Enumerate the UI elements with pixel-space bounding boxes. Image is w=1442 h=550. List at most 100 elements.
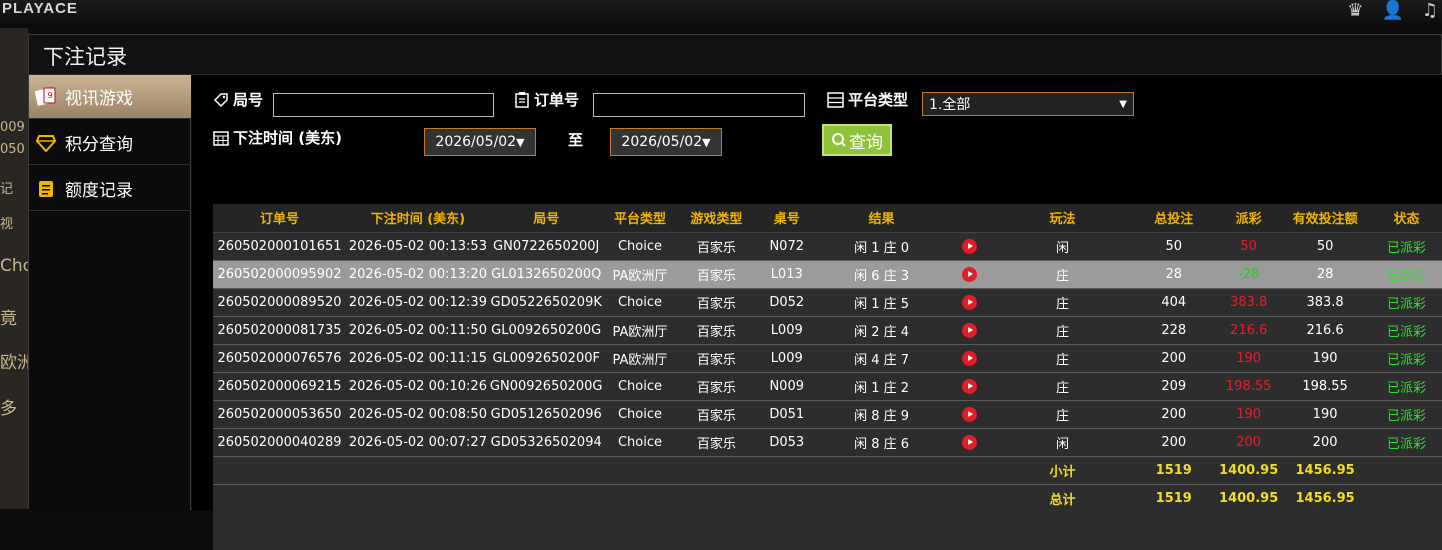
result-cell: 闲 2 庄 4 — [818, 316, 945, 345]
table-row[interactable]: 260502000040289 2026-05-02 00:07:27 GD0532… — [213, 428, 1442, 457]
total-total-bet: 1519 — [1130, 484, 1218, 513]
result-cell: 闲 4 庄 7 — [818, 344, 945, 373]
bg-fragment: 视 — [0, 217, 14, 232]
platform-cell: Choice — [602, 232, 678, 261]
table-row[interactable]: 260502000076576 2026-05-02 00:11:15 GL0092… — [213, 344, 1442, 373]
bet-time-cell: 2026-05-02 00:11:50 — [345, 316, 490, 345]
replay-cell[interactable] — [944, 344, 995, 373]
bet-time-label: 下注时间 (美东) — [213, 127, 342, 148]
status-cell: 已派彩 — [1370, 260, 1442, 289]
bg-fragment: 竟 — [0, 309, 17, 329]
bet-time-cell: 2026-05-02 00:13:20 — [345, 260, 490, 289]
payout-cell: 190 — [1217, 344, 1281, 373]
round-input[interactable] — [273, 93, 494, 117]
table-header-row: 订单号 下注时间 (美东) 局号 平台类型 游戏类型 桌号 结果 玩法 总投注 … — [213, 204, 1442, 233]
replay-cell[interactable] — [944, 288, 995, 317]
play-video-icon[interactable] — [962, 266, 978, 282]
empty-cell — [818, 484, 945, 513]
column-header: 平台类型 — [602, 204, 678, 233]
sidebar-item-credit-records[interactable]: 额度记录 — [29, 167, 191, 211]
payout-cell: 383.8 — [1217, 288, 1281, 317]
table-row[interactable]: 260502000089520 2026-05-02 00:12:39 GD0522… — [213, 288, 1442, 317]
brand-logo: PLAYACE — [2, 0, 78, 17]
status-cell: 已派彩 — [1370, 428, 1442, 457]
chevron-down-icon: ▼ — [702, 135, 711, 149]
replay-cell[interactable] — [944, 428, 995, 457]
payout-cell: 200 — [1217, 428, 1281, 457]
total-bet-cell: 200 — [1130, 344, 1218, 373]
empty-cell — [602, 456, 678, 485]
date-to-select[interactable]: 2026/05/02 ▼ — [610, 128, 722, 156]
play-type-cell: 庄 — [994, 344, 1131, 373]
subtotal-payout: 1400.95 — [1217, 456, 1281, 485]
order-id-cell: 260502000095902 — [213, 260, 346, 289]
main-content: 局号 订单号 平台类型 1.全部 ▼ 下注时间 (美东) 2026/05/02 … — [192, 75, 1442, 550]
replay-cell[interactable] — [944, 260, 995, 289]
bet-time-cell: 2026-05-02 00:10:26 — [345, 372, 490, 401]
replay-cell[interactable] — [944, 372, 995, 401]
platform-select[interactable]: 1.全部 ▼ — [922, 92, 1134, 116]
play-video-icon[interactable] — [962, 238, 978, 254]
total-bet-cell: 404 — [1130, 288, 1218, 317]
column-header: 玩法 — [994, 204, 1131, 233]
date-from-select[interactable]: 2026/05/02 ▼ — [424, 128, 536, 156]
sidebar-item-label: 积分查询 — [65, 135, 133, 155]
replay-cell[interactable] — [944, 400, 995, 429]
play-video-icon[interactable] — [962, 350, 978, 366]
status-cell: 已派彩 — [1370, 344, 1442, 373]
column-header: 派彩 — [1217, 204, 1281, 233]
order-input[interactable] — [593, 93, 805, 117]
empty-cell — [944, 484, 995, 513]
tag-icon — [213, 92, 228, 107]
svg-text:9: 9 — [47, 91, 52, 100]
table-no-cell: L009 — [755, 344, 819, 373]
music-icon[interactable]: ♫ — [1422, 0, 1438, 21]
result-cell: 闲 1 庄 5 — [818, 288, 945, 317]
valid-bet-cell: 383.8 — [1280, 288, 1371, 317]
bg-fragment: 记 — [0, 182, 14, 197]
search-icon — [832, 133, 846, 147]
game-type-cell: 百家乐 — [677, 372, 756, 401]
table-row[interactable]: 260502000081735 2026-05-02 00:11:50 GL0092… — [213, 316, 1442, 345]
status-cell: 已派彩 — [1370, 400, 1442, 429]
replay-cell[interactable] — [944, 232, 995, 261]
play-video-icon[interactable] — [962, 406, 978, 422]
empty-cell — [602, 484, 678, 513]
total-bet-cell: 200 — [1130, 400, 1218, 429]
cards-icon: 9 — [35, 86, 57, 108]
query-button[interactable]: 查询 — [822, 124, 892, 156]
vip-icon[interactable]: ♛ — [1347, 0, 1363, 21]
play-video-icon[interactable] — [962, 434, 978, 450]
table-row[interactable]: 260502000095902 2026-05-02 00:13:20 GL0132… — [213, 260, 1442, 289]
play-type-cell: 庄 — [994, 260, 1131, 289]
play-video-icon[interactable] — [962, 322, 978, 338]
empty-cell — [1370, 484, 1442, 513]
list-icon — [827, 91, 844, 108]
bg-fragment: 多 — [0, 399, 17, 419]
table-row[interactable]: 260502000053650 2026-05-02 00:08:50 GD0512… — [213, 400, 1442, 429]
valid-bet-cell: 28 — [1280, 260, 1371, 289]
column-header: 下注时间 (美东) — [345, 204, 490, 233]
column-header: 游戏类型 — [677, 204, 756, 233]
bg-fragment: 欧洲 — [0, 353, 28, 373]
play-video-icon[interactable] — [962, 294, 978, 310]
top-bar: PLAYACE ♛ 👤 ♫ — [0, 0, 1442, 28]
round-id-cell: GL0132650200Q — [489, 260, 603, 289]
user-icon[interactable]: 👤 — [1381, 0, 1403, 21]
sidebar-item-points-query[interactable]: 积分查询 — [29, 121, 191, 165]
play-video-icon[interactable] — [962, 378, 978, 394]
replay-cell[interactable] — [944, 316, 995, 345]
order-id-cell: 260502000069215 — [213, 372, 346, 401]
empty-cell — [345, 484, 490, 513]
table-row[interactable]: 260502000069215 2026-05-02 00:10:26 GN0092… — [213, 372, 1442, 401]
bet-time-cell: 2026-05-02 00:13:53 — [345, 232, 490, 261]
order-id-cell: 260502000040289 — [213, 428, 346, 457]
total-bet-cell: 228 — [1130, 316, 1218, 345]
table-row[interactable]: 260502000101651 2026-05-02 00:13:53 GN0722… — [213, 232, 1442, 261]
total-bet-cell: 209 — [1130, 372, 1218, 401]
sidebar-item-live-games[interactable]: 9 视讯游戏 — [29, 75, 191, 119]
status-cell: 已派彩 — [1370, 316, 1442, 345]
round-id-cell: GN0722650200J — [489, 232, 603, 261]
game-type-cell: 百家乐 — [677, 232, 756, 261]
game-type-cell: 百家乐 — [677, 428, 756, 457]
